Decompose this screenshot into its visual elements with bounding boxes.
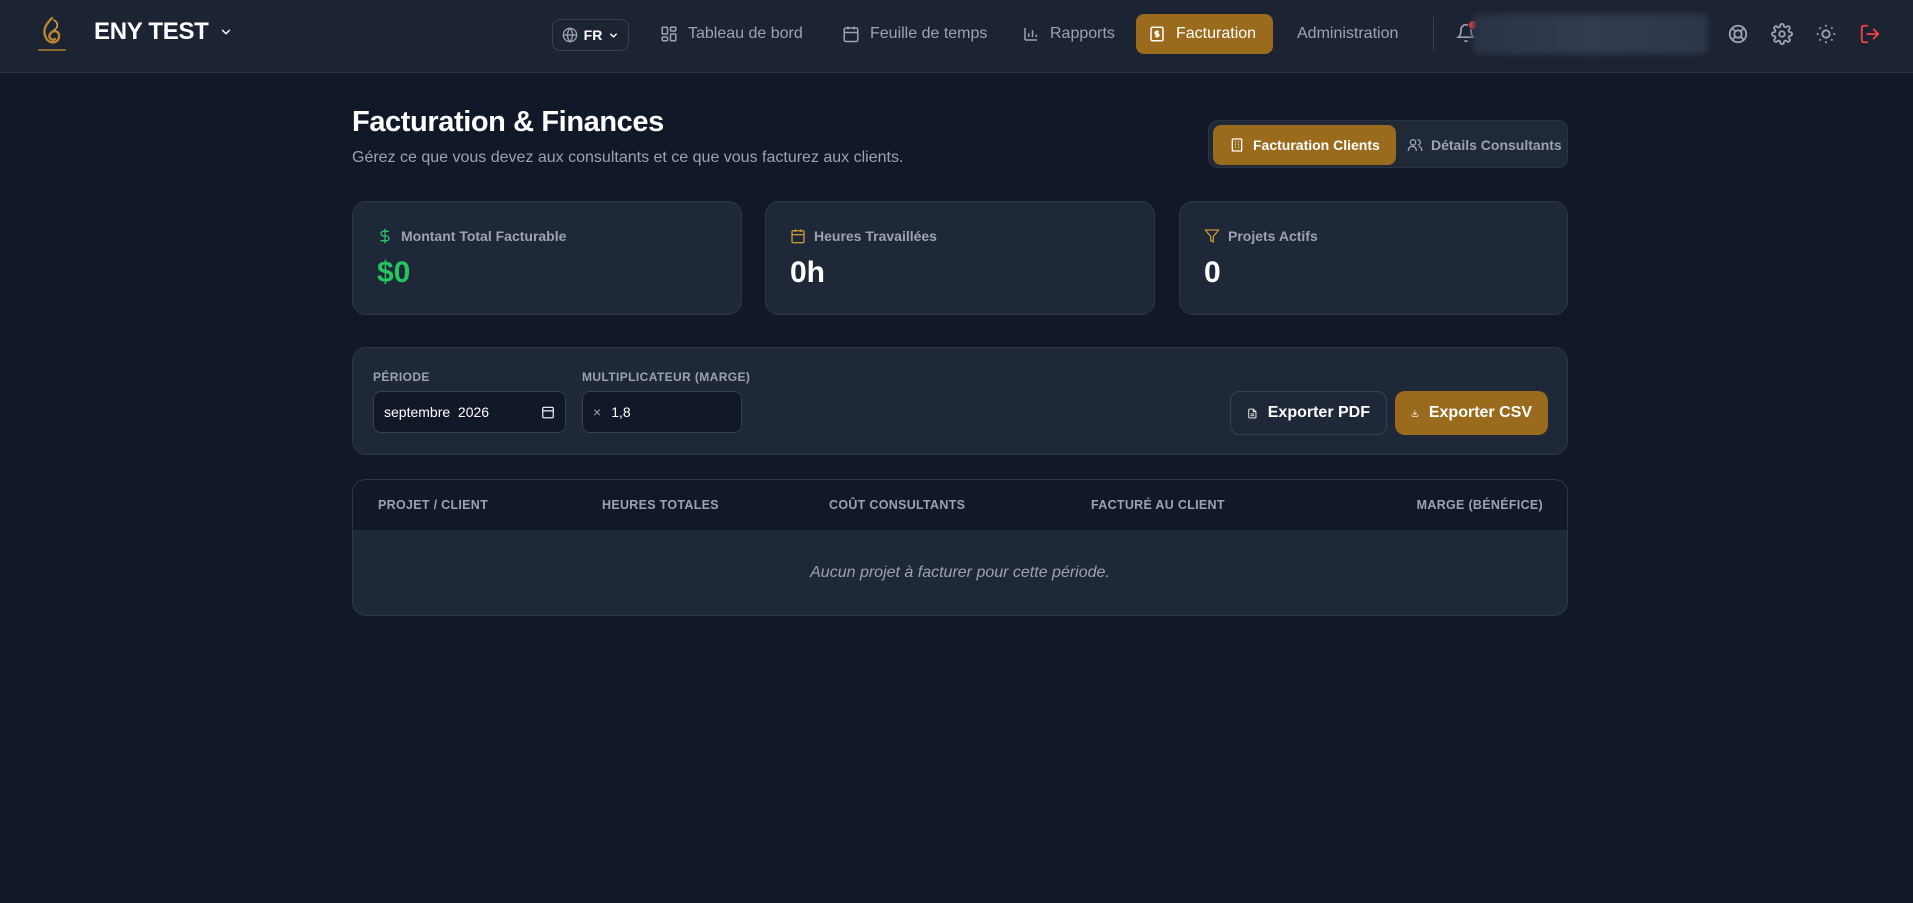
column-header-total-hours: Heures totales bbox=[602, 498, 719, 512]
column-header-consultant-cost: Coût consultants bbox=[829, 498, 966, 512]
stat-label-total-billable: Montant Total Facturable bbox=[377, 228, 566, 244]
table-header: Projet / Client Heures totales Coût cons… bbox=[353, 480, 1567, 530]
period-value: septembre 2026 bbox=[384, 404, 490, 420]
dollar-icon bbox=[380, 228, 390, 244]
nav-billing[interactable]: Facturation bbox=[1136, 14, 1273, 54]
multiplier-label: Multiplicateur (Marge) bbox=[582, 370, 751, 384]
help-icon[interactable] bbox=[1727, 23, 1749, 45]
file-text-icon bbox=[1248, 408, 1257, 418]
period-label: Période bbox=[373, 370, 430, 384]
users-icon bbox=[1407, 139, 1423, 151]
multiplier-input[interactable]: × 1,8 bbox=[582, 391, 742, 433]
stat-label-text: Projets Actifs bbox=[1228, 228, 1318, 244]
stat-label-active-projects: Projets Actifs bbox=[1204, 228, 1318, 244]
billing-table: Projet / Client Heures totales Coût cons… bbox=[352, 479, 1568, 616]
eny-logo-icon[interactable] bbox=[30, 12, 74, 58]
workspace-switcher[interactable]: ENY TEST bbox=[94, 18, 233, 46]
export-csv-button[interactable]: Exporter CSV bbox=[1395, 391, 1548, 435]
multiplier-prefix: × bbox=[593, 404, 602, 420]
stat-value-total-billable: $0 bbox=[377, 256, 411, 289]
tab-client-billing[interactable]: Facturation Clients bbox=[1213, 125, 1396, 165]
view-switcher: Facturation Clients Détails Consultants bbox=[1208, 120, 1568, 168]
tab-consultant-details-label: Détails Consultants bbox=[1431, 137, 1562, 153]
nav-reports[interactable]: Rapports bbox=[1010, 14, 1127, 54]
calendar-icon[interactable] bbox=[541, 405, 555, 419]
globe-icon bbox=[562, 27, 577, 43]
nav-divider bbox=[1433, 17, 1434, 51]
nav-billing-label: Facturation bbox=[1176, 25, 1257, 42]
calendar-icon bbox=[843, 26, 859, 43]
sun-icon[interactable] bbox=[1815, 23, 1837, 45]
export-pdf-label: Exporter PDF bbox=[1267, 404, 1370, 421]
period-month-input[interactable]: septembre 2026 bbox=[373, 391, 566, 433]
workspace-name: ENY TEST bbox=[94, 18, 209, 45]
column-header-billed-client: Facturé au client bbox=[1091, 498, 1225, 512]
nav-reports-label: Rapports bbox=[1050, 25, 1115, 42]
language-selector[interactable]: FR bbox=[552, 19, 629, 51]
stat-value-active-projects: 0 bbox=[1204, 256, 1221, 289]
page-subtitle: Gérez ce que vous devez aux consultants … bbox=[352, 149, 904, 166]
nav-dashboard-label: Tableau de bord bbox=[688, 25, 803, 42]
column-header-project: Projet / Client bbox=[378, 498, 489, 512]
stat-value-hours-worked: 0h bbox=[790, 256, 826, 289]
empty-state-message: Aucun projet à facturer pour cette pério… bbox=[810, 564, 1110, 581]
download-icon bbox=[1411, 409, 1419, 417]
nav-administration[interactable]: Administration bbox=[1285, 14, 1410, 54]
stat-label-text: Montant Total Facturable bbox=[401, 228, 567, 244]
export-csv-label: Exporter CSV bbox=[1428, 404, 1532, 421]
gear-icon[interactable] bbox=[1771, 23, 1793, 45]
nav-timesheet-label: Feuille de temps bbox=[870, 25, 988, 42]
top-navigation-bar: ENY TEST FR Tableau de bord Feuille de t… bbox=[0, 0, 1913, 73]
bar-chart-icon bbox=[1024, 28, 1037, 41]
chevron-down-icon bbox=[221, 29, 230, 35]
nav-dashboard[interactable]: Tableau de bord bbox=[648, 14, 815, 54]
stat-label-hours-worked: Heures Travaillées bbox=[790, 228, 937, 244]
filters-panel: Période septembre 2026 Multiplicateur (M… bbox=[352, 347, 1568, 455]
nav-timesheet[interactable]: Feuille de temps bbox=[830, 14, 999, 54]
filter-icon bbox=[1204, 229, 1220, 243]
stat-card-active-projects: Projets Actifs 0 bbox=[1179, 201, 1568, 315]
nav-administration-label: Administration bbox=[1297, 25, 1399, 42]
page-title: Facturation & Finances bbox=[352, 106, 664, 138]
stat-label-text: Heures Travaillées bbox=[814, 228, 937, 244]
user-profile-blurred[interactable] bbox=[1473, 14, 1708, 54]
column-header-margin: Marge (Bénéfice) bbox=[1416, 498, 1543, 512]
language-value: FR bbox=[583, 27, 603, 43]
building-icon bbox=[1231, 138, 1243, 152]
tab-client-billing-label: Facturation Clients bbox=[1253, 137, 1380, 153]
dashboard-icon bbox=[661, 26, 677, 42]
calendar-icon bbox=[791, 229, 805, 244]
tab-consultant-details[interactable]: Détails Consultants bbox=[1391, 125, 1578, 165]
logout-icon[interactable] bbox=[1859, 23, 1881, 45]
multiplier-value: 1,8 bbox=[611, 404, 631, 420]
stat-card-hours-worked: Heures Travaillées 0h bbox=[765, 201, 1155, 315]
export-pdf-button[interactable]: Exporter PDF bbox=[1230, 391, 1387, 435]
invoice-icon bbox=[1150, 26, 1164, 42]
stat-card-total-billable: Montant Total Facturable $0 bbox=[352, 201, 742, 315]
chevron-down-icon bbox=[610, 32, 618, 38]
